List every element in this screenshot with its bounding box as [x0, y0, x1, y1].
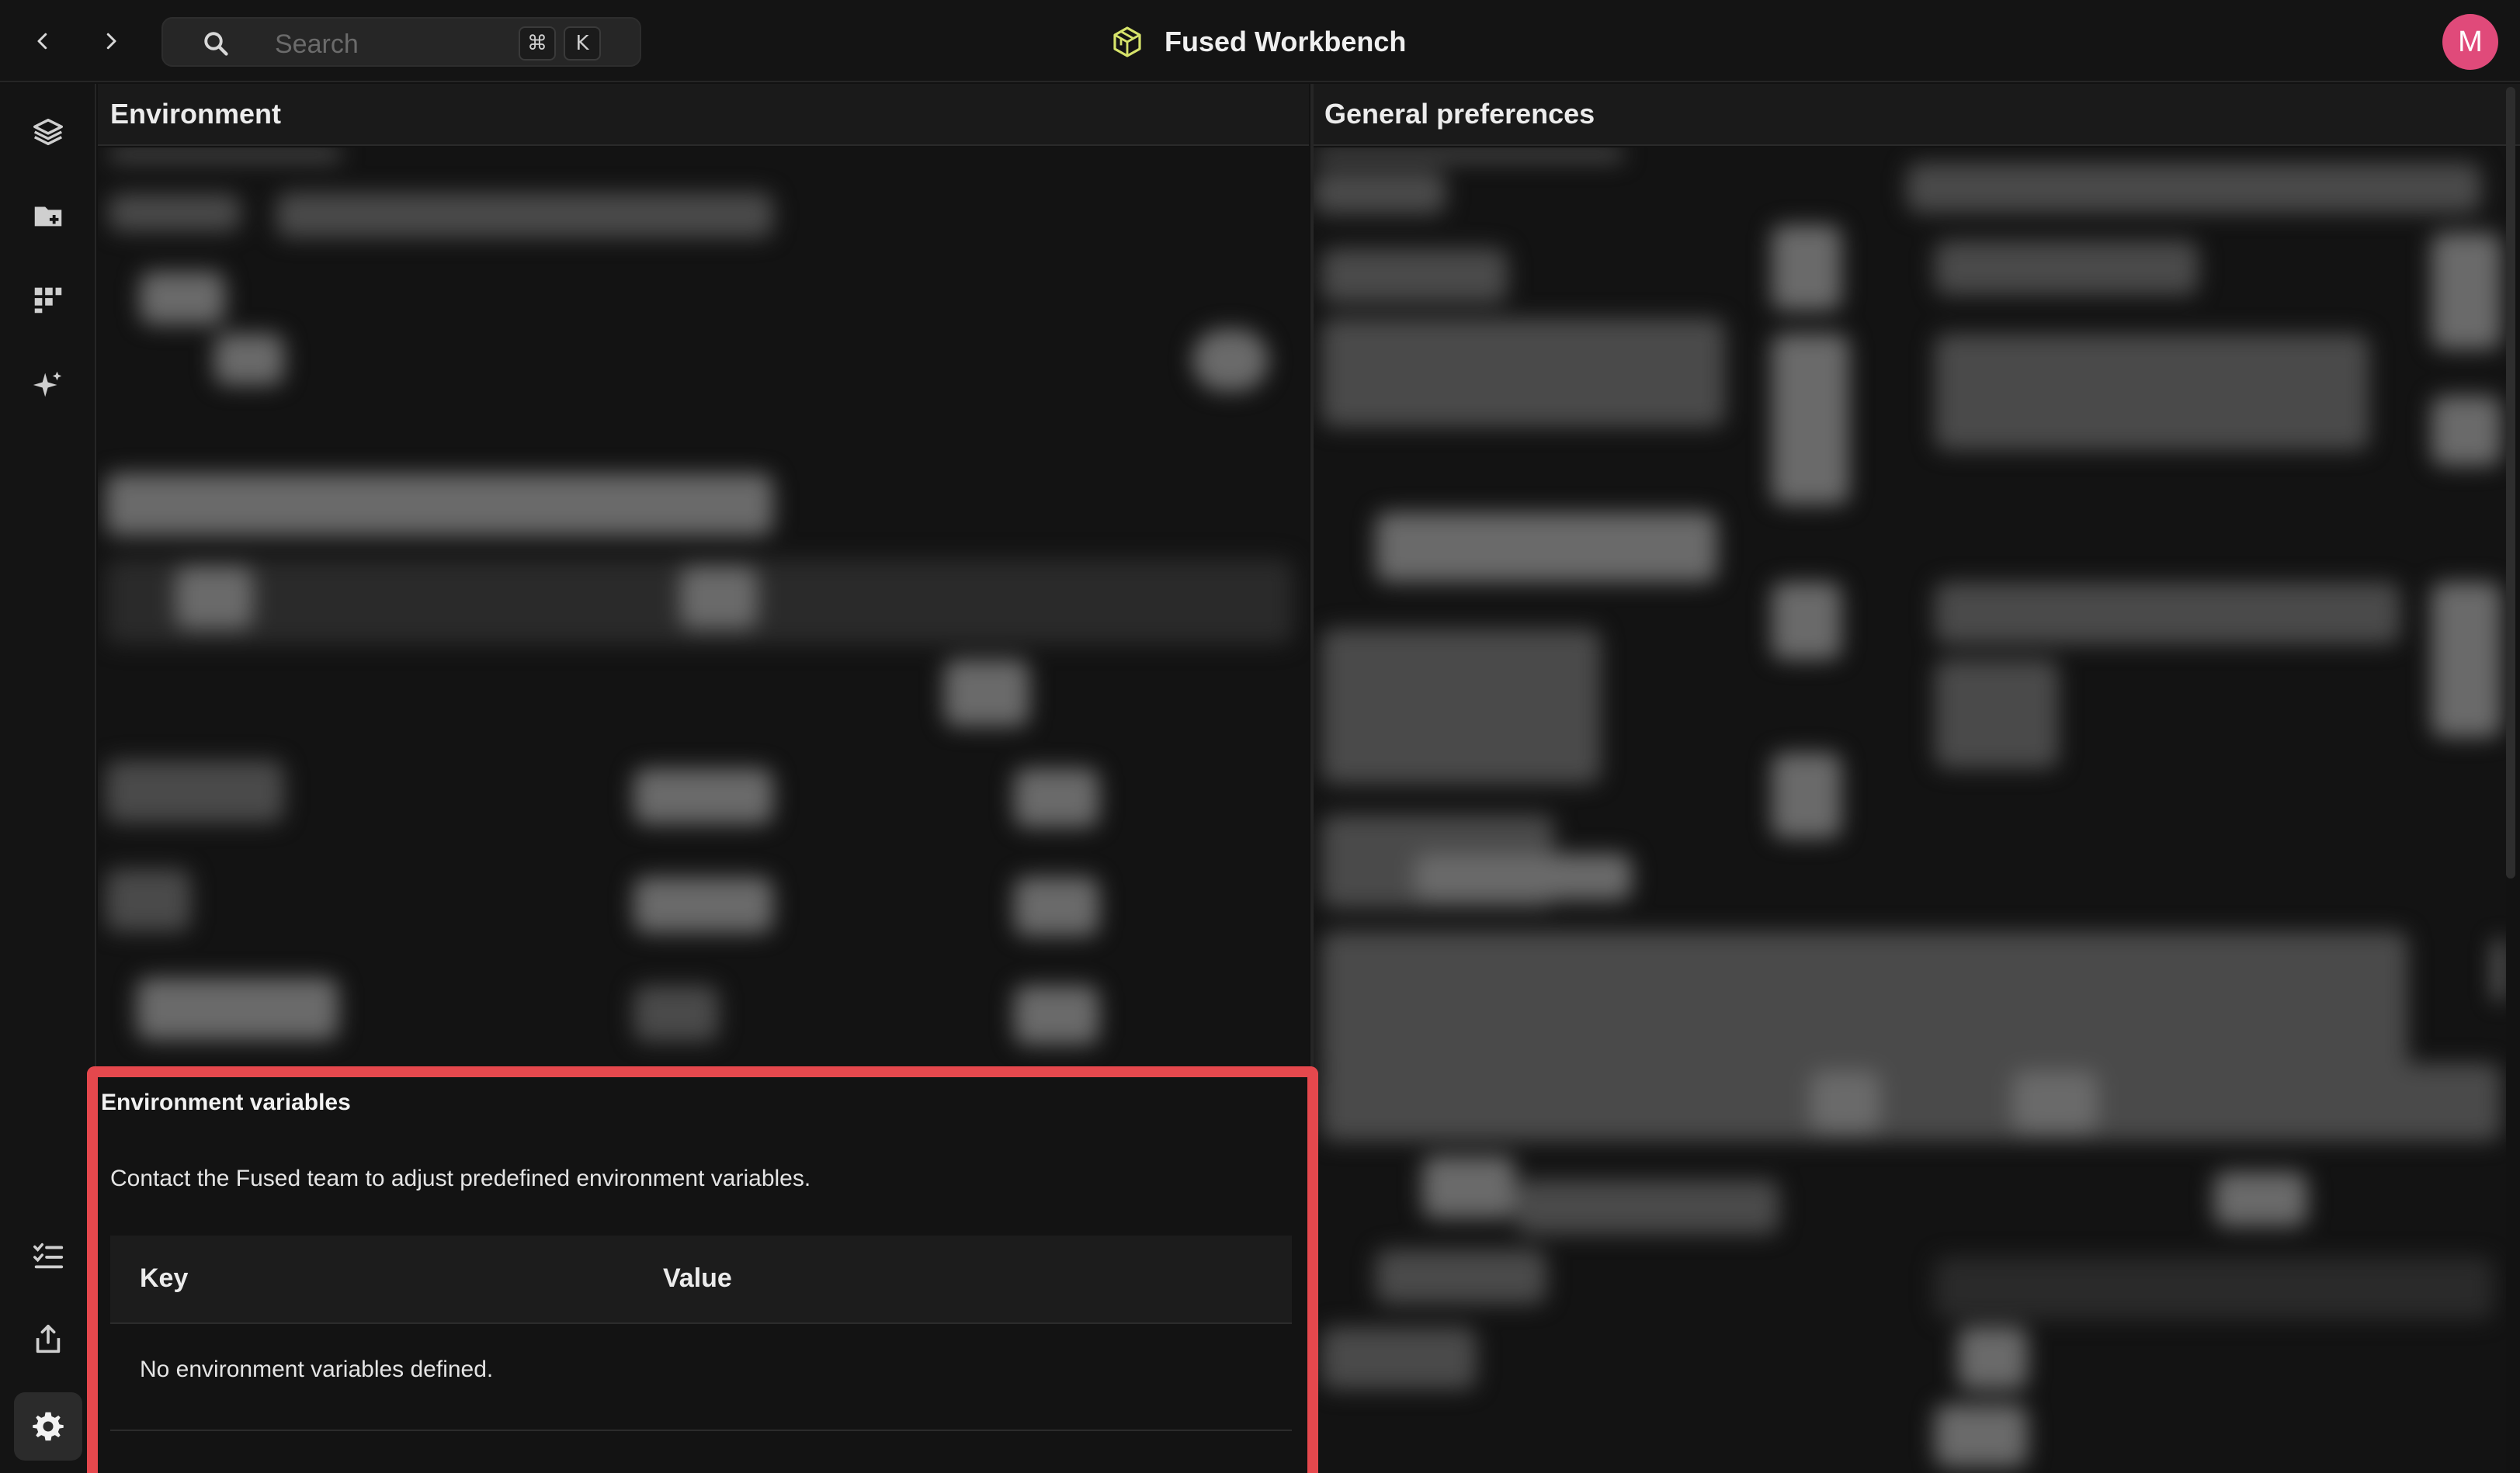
shortcut-k-key: K — [564, 26, 601, 61]
environment-panel-header: Environment — [98, 84, 1309, 146]
top-bar: Search ⌘ K Fused Workbench M — [0, 0, 2520, 82]
sparkle-icon — [33, 371, 62, 397]
environment-variables-description: Contact the Fused team to adjust predefi… — [110, 1166, 811, 1191]
chevron-right-icon — [106, 33, 116, 50]
left-sidebar — [0, 84, 96, 1473]
sidebar-blocks-button[interactable] — [14, 265, 82, 334]
search-bar[interactable]: Search ⌘ K — [161, 17, 641, 67]
user-avatar[interactable]: M — [2442, 14, 2498, 70]
environment-panel-body — [98, 147, 1309, 1066]
share-icon — [36, 1324, 61, 1353]
blurred-content — [98, 147, 1309, 1066]
preferences-scrollbar[interactable] — [2506, 87, 2515, 879]
layers-icon — [33, 118, 63, 146]
folder-add-icon — [34, 206, 62, 227]
grid-blocks-icon — [34, 287, 62, 314]
environment-variables-table-header: Key Value — [110, 1236, 1292, 1324]
preferences-panel-body — [1314, 147, 2506, 1473]
fused-cube-logo — [1113, 26, 1141, 57]
preferences-panel-header: General preferences — [1314, 84, 2520, 146]
column-header-value: Value — [663, 1263, 732, 1293]
sidebar-jobs-button[interactable] — [14, 1222, 82, 1290]
sidebar-settings-button[interactable] — [14, 1392, 82, 1461]
forward-button[interactable] — [92, 22, 130, 61]
sidebar-share-button[interactable] — [14, 1305, 82, 1374]
app-brand: Fused Workbench — [1109, 20, 1406, 64]
gear-icon — [33, 1412, 64, 1441]
column-header-key: Key — [140, 1263, 189, 1293]
environment-variables-title: Environment variables — [101, 1090, 351, 1115]
app-title: Fused Workbench — [1165, 26, 1407, 57]
preferences-panel-title: General preferences — [1324, 98, 1595, 130]
sidebar-layers-button[interactable] — [14, 98, 82, 166]
chevron-left-icon — [37, 33, 47, 50]
avatar-initial: M — [2458, 25, 2483, 58]
sidebar-files-button[interactable] — [14, 182, 82, 250]
search-icon — [204, 32, 228, 56]
table-row-divider — [110, 1430, 1292, 1431]
environment-panel-title: Environment — [110, 98, 282, 130]
search-placeholder: Search — [275, 29, 359, 59]
checklist-icon — [33, 1243, 64, 1269]
back-button[interactable] — [23, 22, 62, 61]
environment-variables-empty-message: No environment variables defined. — [140, 1357, 494, 1382]
blurred-preferences-content — [1314, 147, 2506, 1473]
sidebar-ai-button[interactable] — [14, 351, 82, 419]
shortcut-cmd-key: ⌘ — [519, 26, 556, 61]
